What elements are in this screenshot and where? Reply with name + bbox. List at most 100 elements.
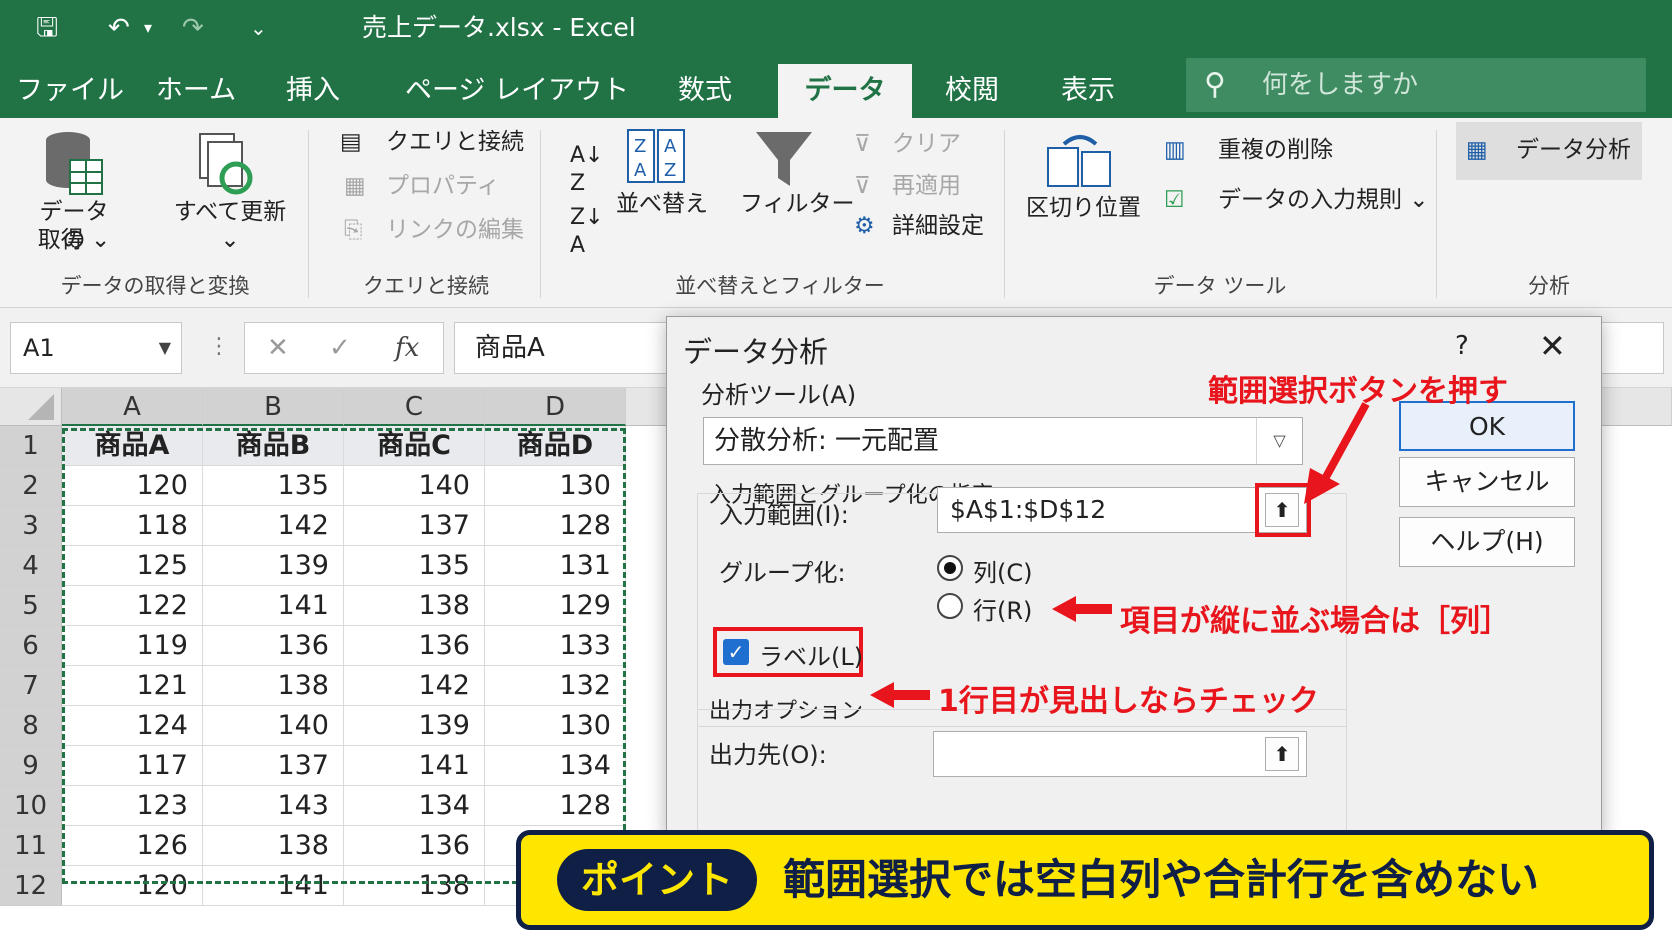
data-cell[interactable]: 143 bbox=[203, 786, 344, 826]
data-cell[interactable]: 117 bbox=[62, 746, 203, 786]
data-cell[interactable]: 119 bbox=[62, 626, 203, 666]
data-analysis-button[interactable]: データ分析 bbox=[1516, 136, 1631, 164]
save-icon[interactable]: 🖫 bbox=[36, 10, 58, 46]
sort-descending-icon[interactable]: Z↓ A bbox=[570, 204, 604, 260]
data-cell[interactable]: 139 bbox=[344, 706, 485, 746]
data-cell[interactable]: 141 bbox=[203, 866, 344, 906]
analysis-tool-select[interactable]: 分散分析: 一元配置 ▽ bbox=[703, 417, 1303, 465]
data-cell[interactable]: 123 bbox=[62, 786, 203, 826]
advanced-filter-icon[interactable]: ⚙ bbox=[854, 212, 875, 240]
grouping-rows-radio[interactable] bbox=[937, 593, 963, 619]
grouping-columns-label[interactable]: 列(C) bbox=[973, 553, 1032, 588]
data-cell[interactable]: 138 bbox=[344, 586, 485, 626]
data-cell[interactable]: 125 bbox=[62, 546, 203, 586]
data-cell[interactable]: 120 bbox=[62, 466, 203, 506]
row-header-5[interactable]: 5 bbox=[0, 586, 62, 626]
cancel-icon[interactable]: ✕ bbox=[267, 323, 289, 373]
header-cell[interactable]: 商品A bbox=[62, 426, 203, 466]
undo-icon[interactable]: ↶ bbox=[108, 10, 130, 46]
row-header-10[interactable]: 10 bbox=[0, 786, 62, 826]
filter-icon[interactable] bbox=[754, 130, 814, 190]
data-cell[interactable]: 136 bbox=[344, 826, 485, 866]
data-cell[interactable]: 139 bbox=[203, 546, 344, 586]
data-cell[interactable]: 133 bbox=[485, 626, 626, 666]
undo-dropdown-icon[interactable]: ▾ bbox=[144, 10, 152, 46]
data-cell[interactable]: 131 bbox=[485, 546, 626, 586]
data-cell[interactable]: 126 bbox=[62, 826, 203, 866]
header-cell[interactable]: 商品C bbox=[344, 426, 485, 466]
refresh-all-button[interactable]: すべて更新 ⌄ bbox=[168, 198, 292, 254]
column-header-c[interactable]: C bbox=[344, 388, 485, 426]
data-cell[interactable]: 130 bbox=[485, 706, 626, 746]
input-range-field[interactable]: $A$1:$D$12 bbox=[937, 487, 1307, 533]
data-analysis-highlight[interactable]: ▦ データ分析 bbox=[1456, 122, 1642, 180]
row-header-12[interactable]: 12 bbox=[0, 866, 62, 906]
queries-button[interactable]: クエリと接続 bbox=[386, 128, 524, 156]
data-cell[interactable]: 141 bbox=[344, 746, 485, 786]
queries-icon[interactable]: ▤ bbox=[340, 128, 362, 156]
data-cell[interactable]: 124 bbox=[62, 706, 203, 746]
output-range-field[interactable] bbox=[933, 731, 1307, 777]
filter-button[interactable]: フィルター bbox=[740, 190, 855, 218]
grouping-columns-radio[interactable] bbox=[937, 555, 963, 581]
tab-file[interactable]: ファイル bbox=[10, 64, 130, 118]
row-header-1[interactable]: 1 bbox=[0, 426, 62, 466]
data-cell[interactable]: 122 bbox=[62, 586, 203, 626]
select-all-corner[interactable] bbox=[0, 388, 62, 426]
data-cell[interactable]: 130 bbox=[485, 466, 626, 506]
data-cell[interactable]: 138 bbox=[203, 826, 344, 866]
data-cell[interactable]: 138 bbox=[203, 666, 344, 706]
data-cell[interactable]: 138 bbox=[344, 866, 485, 906]
close-icon[interactable]: ✕ bbox=[1539, 327, 1566, 365]
data-cell[interactable]: 140 bbox=[203, 706, 344, 746]
data-validation-icon[interactable]: ☑ bbox=[1164, 186, 1185, 214]
row-header-3[interactable]: 3 bbox=[0, 506, 62, 546]
data-cell[interactable]: 142 bbox=[203, 506, 344, 546]
database-icon[interactable] bbox=[42, 130, 104, 200]
get-data-button-line2[interactable]: 取得 ⌄ bbox=[30, 226, 118, 254]
sort-button[interactable]: 並べ替え bbox=[616, 190, 708, 218]
data-cell[interactable]: 137 bbox=[344, 506, 485, 546]
row-header-2[interactable]: 2 bbox=[0, 466, 62, 506]
sort-ascending-icon[interactable]: A↓ Z bbox=[570, 142, 603, 198]
column-header-b[interactable]: B bbox=[203, 388, 344, 426]
remove-duplicates-icon[interactable]: ▥ bbox=[1164, 136, 1186, 164]
grouping-rows-label[interactable]: 行(R) bbox=[973, 591, 1032, 626]
sort-icon[interactable]: Z A A Z bbox=[626, 128, 686, 186]
data-cell[interactable]: 134 bbox=[485, 746, 626, 786]
enter-icon[interactable]: ✓ bbox=[329, 323, 351, 373]
row-header-8[interactable]: 8 bbox=[0, 706, 62, 746]
data-cell[interactable]: 121 bbox=[62, 666, 203, 706]
data-cell[interactable]: 135 bbox=[344, 546, 485, 586]
column-header-a[interactable]: A bbox=[62, 388, 203, 426]
row-header-11[interactable]: 11 bbox=[0, 826, 62, 866]
tab-view[interactable]: 表示 bbox=[1046, 64, 1130, 118]
remove-duplicates-button[interactable]: 重複の削除 bbox=[1218, 136, 1333, 164]
tab-home[interactable]: ホーム bbox=[140, 64, 252, 118]
data-cell[interactable]: 132 bbox=[485, 666, 626, 706]
data-cell[interactable]: 120 bbox=[62, 866, 203, 906]
data-cell[interactable]: 136 bbox=[344, 626, 485, 666]
row-header-4[interactable]: 4 bbox=[0, 546, 62, 586]
cancel-button[interactable]: キャンセル bbox=[1399, 457, 1575, 507]
text-to-columns-button[interactable]: 区切り位置 bbox=[1026, 194, 1141, 222]
column-header-d[interactable]: D bbox=[485, 388, 626, 426]
labels-label[interactable]: ラベル(L) bbox=[759, 637, 863, 672]
data-cell[interactable]: 129 bbox=[485, 586, 626, 626]
row-header-6[interactable]: 6 bbox=[0, 626, 62, 666]
data-cell[interactable]: 118 bbox=[62, 506, 203, 546]
name-box[interactable]: A1 ▼ bbox=[10, 322, 182, 374]
help-button[interactable]: ヘルプ(H) bbox=[1399, 517, 1575, 567]
labels-checkbox[interactable]: ✓ bbox=[723, 639, 749, 665]
help-icon[interactable]: ? bbox=[1455, 331, 1469, 361]
tab-insert[interactable]: 挿入 bbox=[268, 64, 358, 118]
tab-review[interactable]: 校閲 bbox=[930, 64, 1014, 118]
tab-formulas[interactable]: 数式 bbox=[660, 64, 750, 118]
output-range-select-button[interactable]: ⬆ bbox=[1265, 737, 1299, 771]
data-cell[interactable]: 137 bbox=[203, 746, 344, 786]
data-cell[interactable]: 128 bbox=[485, 506, 626, 546]
data-cell[interactable]: 136 bbox=[203, 626, 344, 666]
data-cell[interactable]: 141 bbox=[203, 586, 344, 626]
chevron-down-icon[interactable]: ▽ bbox=[1256, 418, 1302, 464]
tab-page-layout[interactable]: ページ レイアウト bbox=[392, 64, 642, 118]
